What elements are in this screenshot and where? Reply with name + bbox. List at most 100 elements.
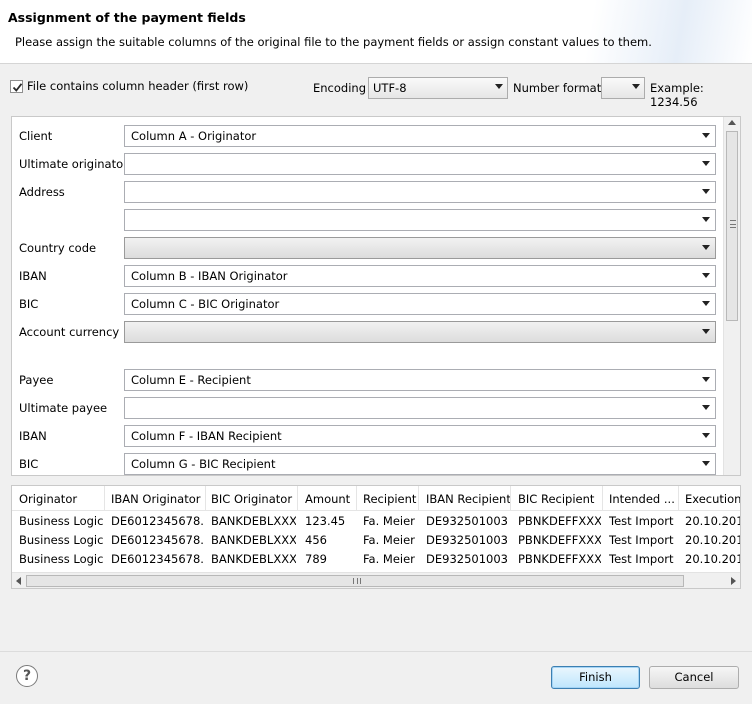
table-horizontal-scrollbar[interactable]: [12, 572, 740, 588]
table-cell: PBNKDEFFXXX: [518, 514, 601, 528]
column-header[interactable]: IBAN Recipient: [426, 492, 511, 506]
encoding-label: Encoding: [313, 81, 366, 95]
dialog-description: Please assign the suitable columns of th…: [15, 35, 652, 49]
table-cell: Business Logics: [19, 514, 103, 528]
table-cell: 123.45: [305, 514, 346, 528]
account-currency-combo[interactable]: [124, 321, 716, 343]
address-line-2-combo[interactable]: [124, 209, 716, 231]
column-divider[interactable]: [356, 486, 357, 511]
encoding-value: UTF-8: [373, 81, 407, 95]
payee-bic-value: Column G - BIC Recipient: [131, 457, 276, 471]
column-header-checkbox[interactable]: [10, 80, 23, 93]
chevron-down-icon: [702, 217, 710, 222]
ultimate-payee-combo[interactable]: [124, 397, 716, 419]
chevron-down-icon: [495, 84, 503, 89]
originator-iban-value: Column B - IBAN Originator: [131, 269, 288, 283]
field-label-originator-bic: BIC: [19, 297, 39, 311]
column-header[interactable]: Amount: [305, 492, 350, 506]
payee-bic-combo[interactable]: Column G - BIC Recipient: [124, 453, 716, 475]
scrollbar-thumb[interactable]: [726, 131, 738, 321]
column-divider[interactable]: [678, 486, 679, 511]
chevron-down-icon: [702, 461, 710, 466]
column-header[interactable]: Execution: [685, 492, 740, 506]
table-cell: DE6012345678...: [111, 514, 204, 528]
payee-combo[interactable]: Column E - Recipient: [124, 369, 716, 391]
chevron-down-icon: [702, 329, 710, 334]
column-divider[interactable]: [297, 486, 298, 511]
table-cell: DE6012345678...: [111, 533, 204, 547]
fields-vertical-scrollbar[interactable]: [723, 117, 740, 475]
address-combo[interactable]: [124, 181, 716, 203]
footer-divider: [0, 651, 752, 652]
table-cell: DE932501003...: [426, 552, 509, 566]
table-cell: BANKDEBLXXX: [211, 514, 296, 528]
table-cell: 20.10.2017: [685, 533, 740, 547]
table-cell: 456: [305, 533, 327, 547]
field-label-originator-iban: IBAN: [19, 269, 47, 283]
column-header[interactable]: BIC Recipient: [518, 492, 594, 506]
cancel-button[interactable]: Cancel: [649, 666, 739, 689]
client-combo[interactable]: Column A - Originator: [124, 125, 716, 147]
table-cell: DE932501003...: [426, 514, 509, 528]
table-cell: Test Import: [609, 514, 674, 528]
table-cell: 20.10.2017: [685, 514, 740, 528]
column-header[interactable]: Recipient: [363, 492, 416, 506]
table-cell: Business Logics: [19, 552, 103, 566]
options-bar: File contains column header (first row) …: [10, 76, 742, 109]
table-cell: Test Import: [609, 533, 674, 547]
table-cell: Fa. Meier: [363, 552, 415, 566]
payee-iban-combo[interactable]: Column F - IBAN Recipient: [124, 425, 716, 447]
country-code-combo[interactable]: [124, 237, 716, 259]
column-divider[interactable]: [418, 486, 419, 511]
field-label-ultimate-originator: Ultimate originator: [19, 157, 128, 171]
field-label-payee: Payee: [19, 373, 54, 387]
table-cell: BANKDEBLXXX: [211, 552, 296, 566]
field-label-payee-iban: IBAN: [19, 429, 47, 443]
column-header-checkbox-label[interactable]: File contains column header (first row): [27, 79, 248, 93]
column-header[interactable]: BIC Originator: [211, 492, 292, 506]
payee-value: Column E - Recipient: [131, 373, 251, 387]
field-label-ultimate-payee: Ultimate payee: [19, 401, 108, 415]
ultimate-originator-combo[interactable]: [124, 153, 716, 175]
number-format-label: Number format: [513, 81, 602, 95]
encoding-select[interactable]: UTF-8: [368, 77, 508, 99]
payee-iban-value: Column F - IBAN Recipient: [131, 429, 282, 443]
chevron-down-icon: [702, 245, 710, 250]
originator-bic-combo[interactable]: Column C - BIC Originator: [124, 293, 716, 315]
table-cell: PBNKDEFFXXX: [518, 552, 601, 566]
column-header[interactable]: IBAN Originator: [111, 492, 200, 506]
chevron-down-icon: [702, 161, 710, 166]
chevron-left-icon[interactable]: [16, 577, 21, 585]
chevron-right-icon[interactable]: [731, 577, 736, 585]
preview-table: Originator IBAN Originator BIC Originato…: [11, 485, 741, 589]
field-label-account-currency: Account currency: [19, 325, 120, 339]
table-cell: Business Logics: [19, 533, 103, 547]
number-format-select[interactable]: [601, 77, 645, 99]
finish-button[interactable]: Finish: [551, 666, 640, 689]
column-divider[interactable]: [602, 486, 603, 511]
grip-icon: [353, 578, 361, 584]
field-label-client: Client: [19, 129, 53, 143]
originator-iban-combo[interactable]: Column B - IBAN Originator: [124, 265, 716, 287]
dialog-title: Assignment of the payment fields: [8, 10, 246, 25]
chevron-down-icon: [702, 133, 710, 138]
column-divider[interactable]: [510, 486, 511, 511]
table-cell: Test Import: [609, 552, 674, 566]
column-divider[interactable]: [205, 486, 206, 511]
table-cell: 20.10.2017: [685, 552, 740, 566]
table-cell: 789: [305, 552, 327, 566]
column-header[interactable]: Intended ...: [609, 492, 675, 506]
grip-icon: [730, 220, 736, 228]
column-divider[interactable]: [104, 486, 105, 511]
chevron-up-icon[interactable]: [728, 120, 736, 125]
chevron-down-icon: [632, 84, 640, 89]
table-cell: Fa. Meier: [363, 514, 415, 528]
table-cell: Fa. Meier: [363, 533, 415, 547]
table-cell: DE932501003...: [426, 533, 509, 547]
table-header: Originator IBAN Originator BIC Originato…: [12, 486, 740, 511]
help-icon[interactable]: ?: [16, 665, 38, 687]
chevron-down-icon: [702, 377, 710, 382]
table-cell: DE6012345678...: [111, 552, 204, 566]
scrollbar-thumb[interactable]: [26, 575, 684, 587]
column-header[interactable]: Originator: [19, 492, 77, 506]
